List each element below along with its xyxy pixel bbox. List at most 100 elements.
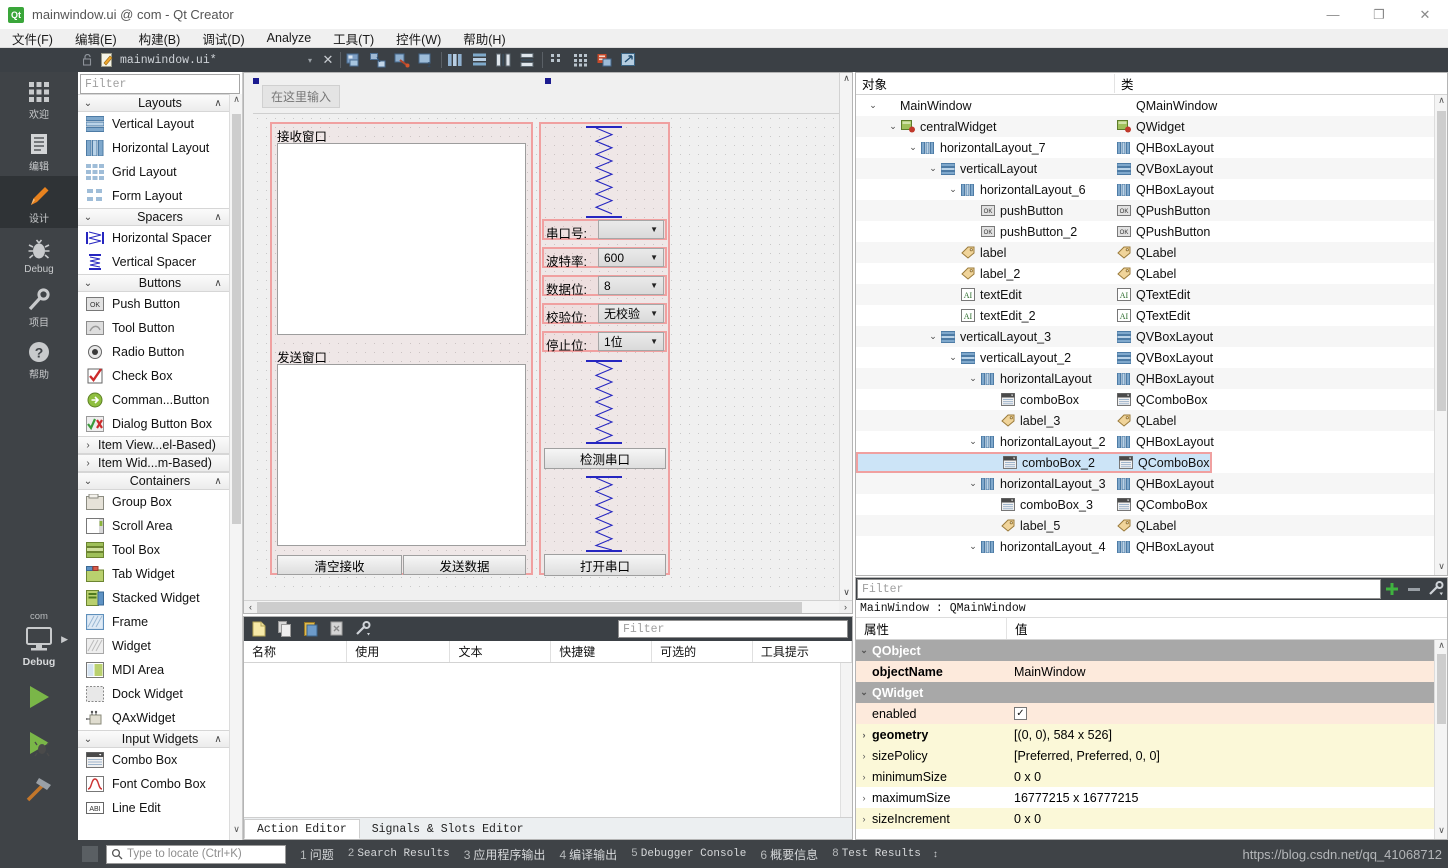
lock-open-icon[interactable] — [78, 48, 96, 72]
widget-item-font-combo-box[interactable]: Font Combo Box — [78, 772, 242, 796]
output-pane-toggle[interactable] — [82, 846, 98, 862]
vertical-spacer-bottom[interactable] — [586, 476, 622, 552]
scroll-down-icon[interactable]: ∨ — [840, 587, 852, 600]
send-data-button[interactable]: 发送数据 — [403, 555, 526, 575]
action-table-scrollbar[interactable] — [840, 663, 852, 817]
widget-item-comman-button[interactable]: Comman...Button — [78, 388, 242, 412]
chevron-down-icon[interactable]: ⌄ — [966, 373, 980, 384]
scroll-track[interactable] — [257, 600, 839, 613]
copy-icon[interactable] — [274, 618, 296, 640]
resize-handle-tc[interactable] — [545, 78, 551, 84]
chevron-down-icon[interactable]: ⌄ — [926, 163, 940, 174]
chevron-down-icon[interactable]: ⌄ — [886, 121, 900, 132]
widget-item-frame[interactable]: Frame — [78, 610, 242, 634]
layout-splitter-v-icon[interactable] — [516, 49, 538, 71]
menu-item-1[interactable]: 编辑(E) — [75, 29, 117, 48]
layout-form-icon[interactable] — [545, 49, 567, 71]
vertical-spacer-top[interactable] — [586, 126, 622, 218]
minimize-button[interactable]: — — [1310, 0, 1356, 29]
object-row-pushButton[interactable]: OK pushButton OK QPushButton — [856, 200, 1447, 221]
widget-item-push-button[interactable]: OK Push Button — [78, 292, 242, 316]
widget-item-combo-box[interactable]: Combo Box — [78, 748, 242, 772]
form-editor-viewport[interactable]: 在这里输入 接收窗口 发送窗口 清空接收 发送数据 串口号: ▼ 波特率: 60… — [244, 73, 841, 600]
close-document-button[interactable]: ✕ — [318, 52, 338, 68]
delete-icon[interactable] — [326, 618, 348, 640]
scroll-down-icon[interactable]: ∨ — [1435, 561, 1447, 575]
chevron-right-icon[interactable]: › — [856, 814, 872, 824]
combo-label-2[interactable]: 波特率: — [546, 251, 587, 270]
layout-grid-icon[interactable] — [569, 49, 591, 71]
widget-item-scroll-area[interactable]: Scroll Area — [78, 514, 242, 538]
widget-item-grid-layout[interactable]: Grid Layout — [78, 160, 242, 184]
output-pane-8[interactable]: 8 Test Results — [832, 848, 921, 860]
action-column-header-2[interactable]: 文本 — [450, 641, 552, 662]
widget-category-Item View...el-Based)[interactable]: › Item View...el-Based) — [78, 436, 242, 454]
object-row-comboBox_2[interactable]: comboBox_2 QComboBox — [856, 452, 1212, 473]
combo-parity[interactable]: 无校验 ▼ — [598, 304, 664, 323]
edit-buddies-icon[interactable] — [391, 49, 413, 71]
widget-category-Layouts[interactable]: ⌄ Layouts ∧ — [78, 94, 242, 112]
menu-item-4[interactable]: Analyze — [267, 31, 311, 45]
collapse-icon[interactable]: ∧ — [208, 278, 228, 289]
open-serial-button[interactable]: 打开串口 — [544, 554, 666, 576]
property-table-rows[interactable]: ⌄ QObject objectName MainWindow ⌄ QWidget enab… — [856, 640, 1447, 839]
output-pane-6[interactable]: 6 概要信息 — [760, 846, 818, 863]
property-row-enabled[interactable]: enabled ✓ — [856, 703, 1447, 724]
action-column-header-5[interactable]: 工具提示 — [753, 641, 853, 662]
widget-box-list[interactable]: ⌄ Layouts ∧ Vertical Layout Horizontal Layou… — [78, 94, 242, 840]
scroll-thumb[interactable] — [257, 601, 802, 613]
menu-item-5[interactable]: 工具(T) — [333, 29, 374, 48]
widget-item-vertical-spacer[interactable]: Vertical Spacer — [78, 250, 242, 274]
property-row-maximumSize[interactable]: › maximumSize 16777215 x 16777215 — [856, 787, 1447, 808]
object-row-textEdit[interactable]: AI textEdit AI QTextEdit — [856, 284, 1447, 305]
chevron-down-icon[interactable]: ⌄ — [926, 331, 940, 342]
layout-horizontal-icon[interactable] — [444, 49, 466, 71]
widget-item-radio-button[interactable]: Radio Button — [78, 340, 242, 364]
widget-box-scrollbar[interactable]: ∧ ∨ — [229, 94, 242, 840]
action-column-header-0[interactable]: 名称 — [244, 641, 348, 662]
object-row-label[interactable]: label QLabel — [856, 242, 1447, 263]
form-central-widget[interactable]: 接收窗口 发送窗口 清空接收 发送数据 串口号: ▼ 波特率: 600 ▼ 数据… — [253, 113, 841, 593]
close-button[interactable]: ✕ — [1402, 0, 1448, 29]
chevron-down-icon[interactable]: ⌄ — [856, 645, 872, 656]
output-pane-3[interactable]: 3 应用程序输出 — [464, 846, 546, 863]
widget-item-tool-box[interactable]: Tool Box — [78, 538, 242, 562]
chevron-down-icon[interactable]: ⌄ — [966, 541, 980, 552]
combo-port[interactable]: ▼ — [598, 220, 664, 239]
chevron-right-icon[interactable]: › — [856, 730, 872, 740]
receive-textedit[interactable] — [277, 143, 526, 335]
form-editor-canvas[interactable]: 在这里输入 接收窗口 发送窗口 清空接收 发送数据 串口号: ▼ 波特率: 60… — [243, 72, 853, 614]
combo-databits[interactable]: 8 ▼ — [598, 276, 664, 295]
collapse-icon[interactable]: ∧ — [208, 734, 228, 745]
widget-category-Input Widgets[interactable]: ⌄ Input Widgets ∧ — [78, 730, 242, 748]
widget-item-group-box[interactable]: Group Box — [78, 490, 242, 514]
output-pane-1[interactable]: 1 问题 — [300, 846, 334, 863]
scroll-up-icon[interactable]: ∧ — [1435, 95, 1447, 109]
object-row-horizontalLayout_2[interactable]: ⌄ horizontalLayout_2 QHBoxLayout — [856, 431, 1447, 452]
widget-item-dock-widget[interactable]: Dock Widget — [78, 682, 242, 706]
scroll-up-icon[interactable]: ∧ — [840, 73, 852, 86]
mode-帮助[interactable]: ? 帮助 — [0, 332, 78, 384]
object-row-centralWidget[interactable]: ⌄ centralWidget QWidget — [856, 116, 1447, 137]
widget-item-line-edit[interactable]: ABI Line Edit — [78, 796, 242, 820]
wrench-icon[interactable] — [1425, 578, 1447, 600]
chevron-right-icon[interactable]: › — [856, 772, 872, 782]
menu-item-2[interactable]: 构建(B) — [139, 29, 181, 48]
object-row-verticalLayout[interactable]: ⌄ verticalLayout QVBoxLayout — [856, 158, 1447, 179]
widget-item-stacked-widget[interactable]: Stacked Widget — [78, 586, 242, 610]
mode-欢迎[interactable]: 欢迎 — [0, 72, 78, 124]
plus-icon[interactable] — [1381, 578, 1403, 600]
action-editor-filter[interactable]: Filter — [618, 620, 848, 638]
object-row-comboBox_3[interactable]: comboBox_3 QComboBox — [856, 494, 1447, 515]
chevron-down-icon[interactable]: ⌄ — [946, 184, 960, 195]
object-row-horizontalLayout_3[interactable]: ⌄ horizontalLayout_3 QHBoxLayout — [856, 473, 1447, 494]
collapse-icon[interactable]: ∧ — [208, 212, 228, 223]
widget-item-qaxwidget[interactable]: QAxWidget — [78, 706, 242, 730]
object-row-horizontalLayout_4[interactable]: ⌄ horizontalLayout_4 QHBoxLayout — [856, 536, 1447, 557]
widget-item-mdi-area[interactable]: MDI Area — [78, 658, 242, 682]
kit-selector[interactable]: ▶ — [0, 622, 78, 656]
chevron-down-icon[interactable]: ⌄ — [856, 687, 872, 698]
chevron-down-icon[interactable]: ⌄ — [966, 436, 980, 447]
menu-item-6[interactable]: 控件(W) — [396, 29, 441, 48]
detect-serial-button[interactable]: 检测串口 — [544, 448, 666, 469]
